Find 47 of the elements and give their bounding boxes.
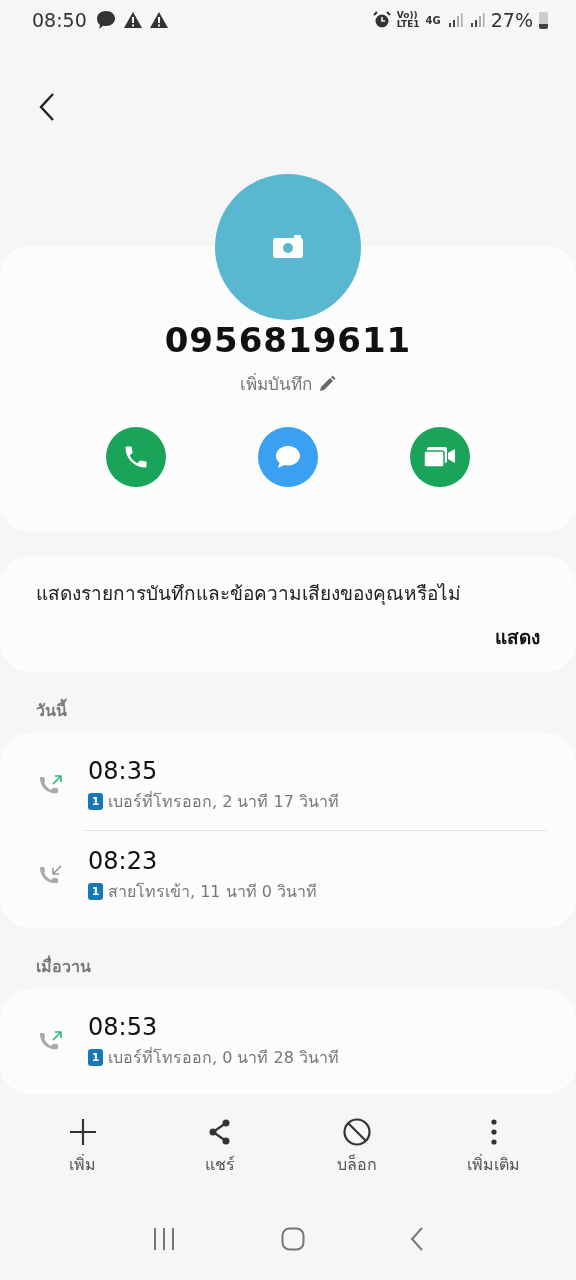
video-button[interactable] (410, 427, 470, 487)
call-time: 08:23 (88, 847, 159, 875)
notice-text: แสดงรายการบันทึกและข้อความเสียงของคุณหรือไม่ (36, 581, 462, 607)
chat-icon (274, 444, 302, 470)
clock: 08:50 (32, 9, 87, 31)
battery-icon (539, 11, 548, 29)
call-detail: เบอร์ที่โทรออก, 2 นาที 17 วินาที (108, 790, 339, 813)
more-icon (489, 1118, 498, 1146)
call-entry[interactable]: 08:53 1 เบอร์ที่โทรออก, 0 นาที 28 วินาที (0, 997, 576, 1086)
warning-icon (122, 11, 143, 29)
sim-badge: 1 (88, 1049, 103, 1066)
phone-number: 0956819611 (164, 320, 412, 360)
back-icon[interactable] (38, 92, 56, 122)
block-icon (342, 1118, 371, 1146)
plus-icon (68, 1118, 97, 1146)
home-icon[interactable] (281, 1227, 305, 1251)
block-button[interactable]: บล็อก (301, 1118, 412, 1182)
sim-badge: 1 (88, 793, 103, 810)
volte-label: Vo)) (396, 11, 418, 20)
message-button[interactable] (258, 427, 318, 487)
share-button[interactable]: แชร์ (164, 1118, 275, 1182)
camera-icon (272, 235, 304, 259)
call-time: 08:35 (88, 757, 159, 785)
call-detail: เบอร์ที่โทรออก, 0 นาที 28 วินาที (108, 1046, 339, 1069)
call-button[interactable] (106, 427, 166, 487)
more-button[interactable]: เพิ่มเติม (438, 1118, 549, 1182)
section-header: วันนี้ (0, 672, 576, 733)
warning-icon (148, 11, 169, 29)
signal-icon (468, 12, 485, 28)
pencil-icon (318, 374, 336, 393)
call-time: 08:53 (88, 1013, 159, 1041)
alarm-icon (372, 11, 391, 29)
show-button[interactable]: แสดง (495, 622, 540, 652)
call-detail: สายโทรเข้า, 11 นาที 0 วินาที (108, 881, 317, 903)
add-note-button[interactable]: เพิ่มบันทึก (240, 370, 336, 397)
recent-apps-icon[interactable] (152, 1227, 177, 1251)
sim-badge: 1 (88, 883, 103, 900)
call-entry[interactable]: 08:35 1 เบอร์ที่โทรออก, 2 นาที 17 วินาที (0, 741, 576, 830)
lte-label: LTE1 (396, 20, 420, 29)
network-label: 4G (425, 14, 441, 26)
signal-icon (446, 12, 463, 28)
call-entry[interactable]: 08:23 1 สายโทรเข้า, 11 นาที 0 วินาที (0, 831, 576, 920)
add-button[interactable]: เพิ่ม (27, 1118, 138, 1182)
section-header: เมื่อวาน (35, 954, 92, 978)
battery-percent: 27% (490, 9, 533, 31)
chat-icon (94, 10, 117, 30)
video-camera-icon (423, 445, 457, 469)
